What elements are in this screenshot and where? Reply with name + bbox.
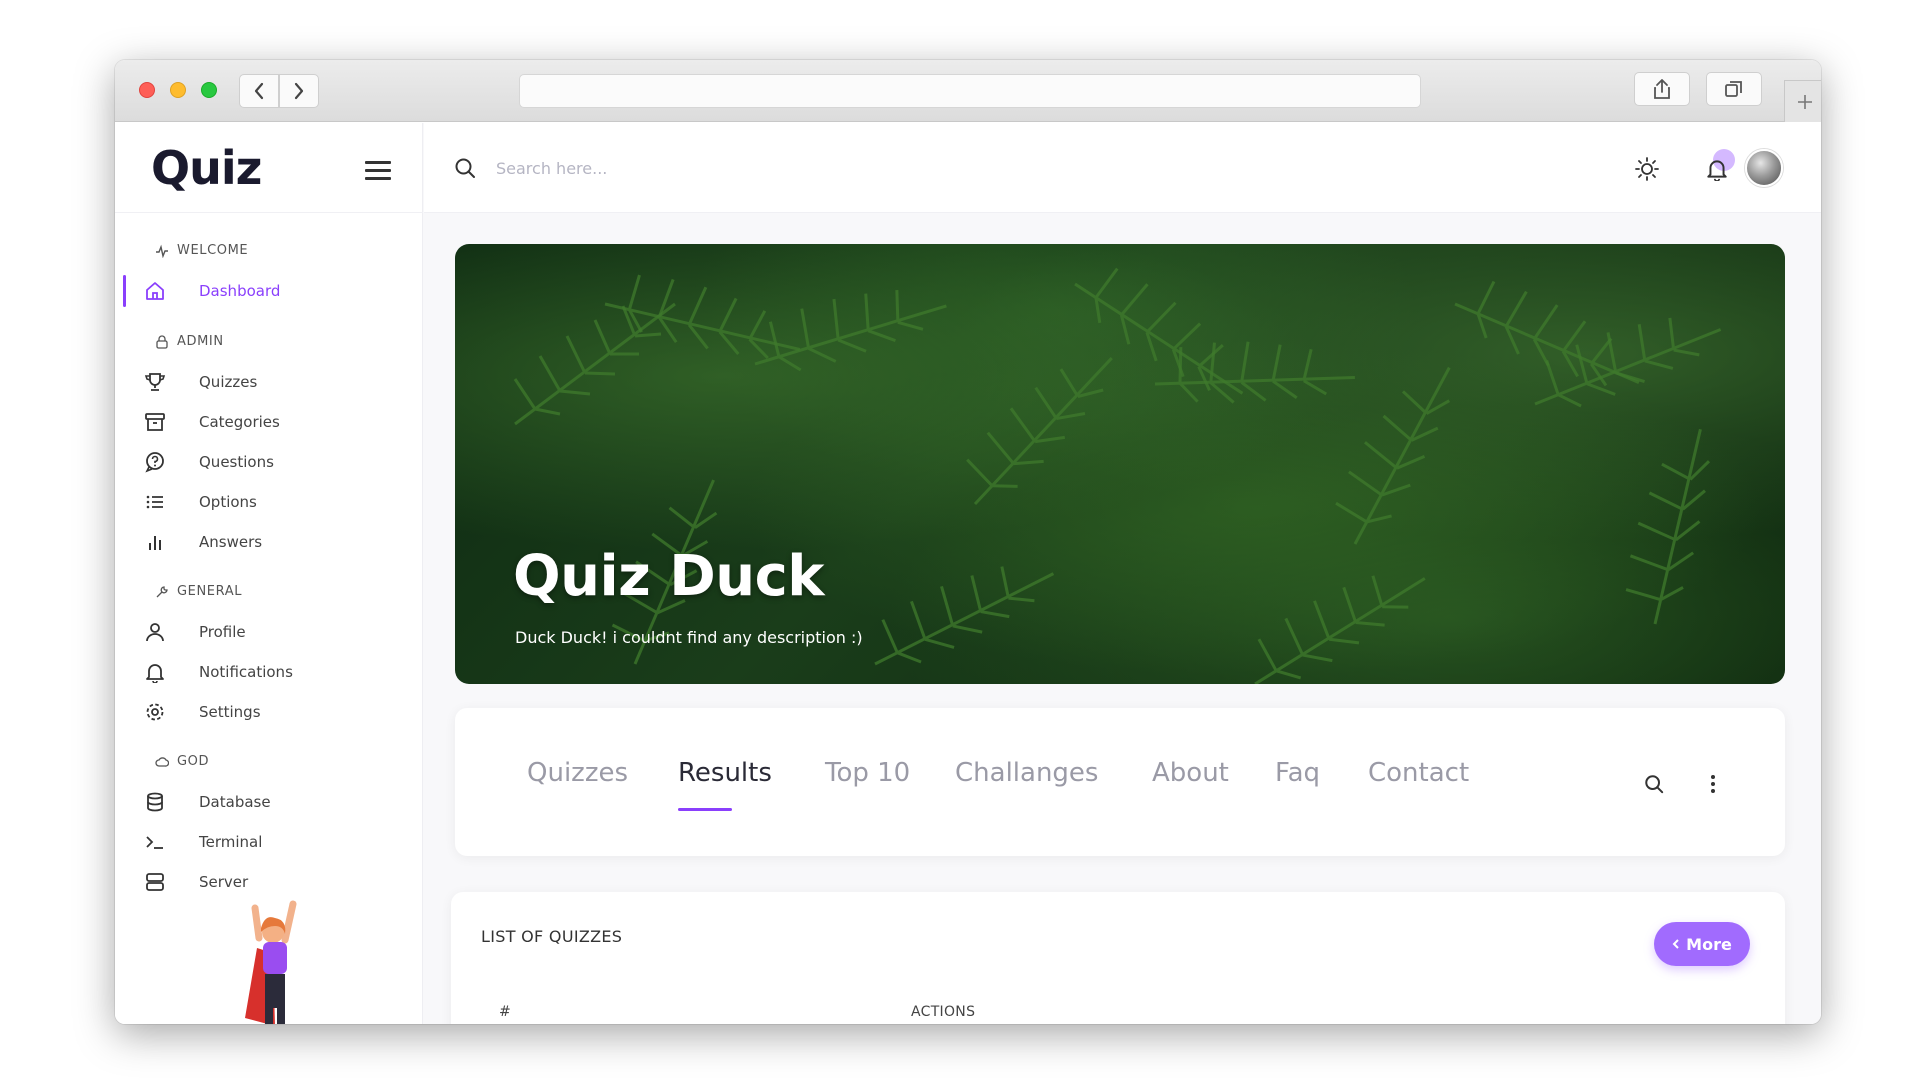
column-header-actions: ACTIONS [911,1004,976,1020]
quiz-list-card: LIST OF QUIZZES More # ACTIONS [451,892,1785,1024]
app-container: Quiz WELCOME Dashboard ADMIN Quizzes Cat… [115,123,1821,1024]
sidebar-item-quizzes[interactable]: Quizzes [141,366,401,398]
cloud-icon [155,756,169,767]
kebab-menu-icon [1711,775,1715,793]
tabs-card: Quizzes Results Top 10 Challanges About … [455,708,1785,856]
bar-chart-icon [141,531,169,553]
show-tabs-button[interactable] [1706,72,1762,106]
sidebar: Quiz WELCOME Dashboard ADMIN Quizzes Cat… [115,123,423,1024]
address-bar[interactable] [519,74,1421,108]
tabs-icon [1725,81,1742,97]
wrench-icon [156,585,168,597]
browser-back-button[interactable] [239,74,279,108]
hamburger-icon [365,161,391,164]
sidebar-item-categories[interactable]: Categories [141,406,401,438]
hero-description: Duck Duck! i couldnt find any descriptio… [515,628,863,647]
section-welcome: WELCOME [155,243,248,258]
bell-icon [141,661,169,683]
tab-top-10[interactable]: Top 10 [825,758,910,788]
search-input[interactable] [496,153,896,183]
trophy-icon [141,371,169,393]
new-tab-button[interactable] [1784,80,1821,122]
app-logo[interactable]: Quiz [151,141,262,195]
tab-about[interactable]: About [1152,758,1229,788]
home-icon [141,280,169,302]
browser-window: Quiz WELCOME Dashboard ADMIN Quizzes Cat… [115,60,1821,1024]
minimize-window-button[interactable] [170,82,186,98]
hero-title: Quiz Duck [513,544,825,609]
sidebar-item-settings[interactable]: Settings [141,696,401,728]
section-general: GENERAL [155,584,242,599]
sidebar-item-server[interactable]: Server [141,866,401,898]
topbar [424,123,1821,213]
section-admin: ADMIN [155,334,224,349]
chevron-right-icon [294,82,304,100]
chevron-left-icon [1672,939,1679,949]
tab-faq[interactable]: Faq [1275,758,1320,788]
fern-background-image [455,244,1780,684]
logo-area: Quiz [115,123,423,213]
sidebar-item-profile[interactable]: Profile [141,616,401,648]
sidebar-item-dashboard[interactable]: Dashboard [141,275,401,307]
search-icon[interactable] [454,157,476,184]
activity-icon [156,244,168,258]
section-god: GOD [155,754,209,769]
share-button[interactable] [1634,72,1690,106]
sidebar-item-answers[interactable]: Answers [141,526,401,558]
share-icon [1654,79,1670,99]
active-tab-indicator [678,808,732,811]
sidebar-item-questions[interactable]: Questions [141,446,401,478]
tab-challanges[interactable]: Challanges [955,758,1098,788]
maximize-window-button[interactable] [201,82,217,98]
theme-toggle-button[interactable] [1631,153,1663,185]
browser-forward-button[interactable] [279,74,319,108]
sidebar-item-terminal[interactable]: Terminal [141,826,401,858]
sidebar-item-options[interactable]: Options [141,486,401,518]
bell-icon [1707,160,1727,181]
more-button[interactable]: More [1654,922,1750,966]
notifications-button[interactable] [1701,153,1733,185]
browser-toolbar [115,60,1821,122]
server-icon [141,871,169,893]
terminal-icon [141,831,169,853]
tab-contact[interactable]: Contact [1368,758,1469,788]
avatar[interactable] [1745,149,1783,187]
column-header-index: # [499,1004,512,1020]
list-title: LIST OF QUIZZES [481,927,623,946]
user-icon [141,621,169,643]
tab-quizzes[interactable]: Quizzes [527,758,628,788]
search-icon [1645,775,1664,794]
sidebar-item-database[interactable]: Database [141,786,401,818]
sun-icon [1635,157,1659,181]
database-icon [141,791,169,813]
plus-icon [1797,94,1812,109]
lock-icon [156,334,168,349]
question-chat-icon [141,451,169,473]
gear-icon [141,701,169,723]
hero-banner: Quiz Duck Duck Duck! i couldnt find any … [455,244,1785,684]
active-indicator [123,275,126,307]
tab-results[interactable]: Results [678,758,772,788]
tabs-search-button[interactable] [1640,770,1668,798]
mascot-illustration [245,900,297,1024]
chevron-left-icon [254,82,264,100]
sidebar-item-notifications[interactable]: Notifications [141,656,401,688]
close-window-button[interactable] [139,82,155,98]
menu-toggle-button[interactable] [365,161,391,183]
tabs-more-options-button[interactable] [1699,770,1727,798]
list-icon [141,491,169,513]
archive-icon [141,411,169,433]
